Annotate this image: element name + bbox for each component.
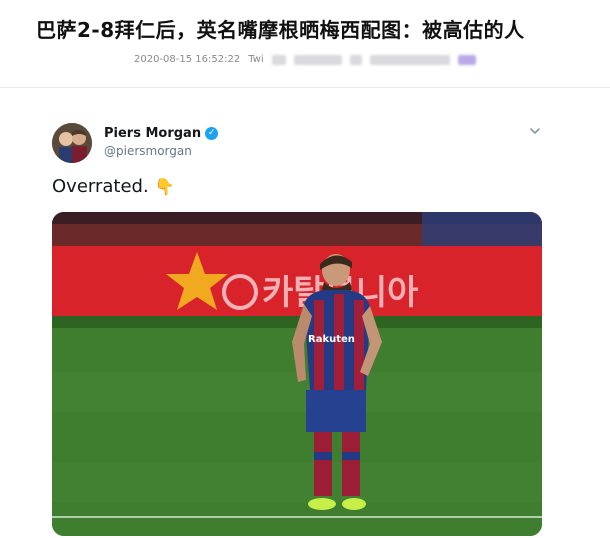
tweet-body: Overrated.: [52, 176, 149, 197]
tweet-author-handle[interactable]: @piersmorgan: [104, 144, 192, 158]
article-page: 巴萨2-8拜仁后，英名嘴摩根晒梅西配图：被高估的人 2020-08-15 16:…: [0, 0, 610, 538]
verified-badge-icon: ✓: [205, 127, 219, 140]
publish-timestamp: 2020-08-15 16:52:22: [134, 54, 241, 65]
author-name-text: Piers Morgan: [104, 126, 202, 141]
pointing-down-icon: 👇: [154, 177, 175, 196]
tweet-text: Overrated. 👇: [52, 176, 175, 197]
blurred-text: [369, 54, 450, 65]
blurred-text: [349, 54, 362, 65]
chevron-down-icon[interactable]: [528, 124, 542, 138]
avatar[interactable]: [52, 123, 92, 163]
jersey-sponsor: Rakuten: [308, 334, 355, 345]
header-divider: [0, 87, 610, 88]
tweet-author-name[interactable]: Piers Morgan ✓: [104, 126, 219, 141]
tweet-header: Piers Morgan ✓ @piersmorgan: [52, 118, 548, 166]
source-label: Twi: [248, 54, 264, 65]
blurred-text: [271, 54, 286, 65]
messi-photo: 카탈루니아 Rakuten: [52, 212, 542, 536]
embedded-tweet[interactable]: Piers Morgan ✓ @piersmorgan Overrated. 👇: [52, 118, 548, 536]
blurred-text: [293, 54, 342, 65]
blurred-text: [457, 54, 476, 65]
article-meta: 2020-08-15 16:52:22 Twi: [134, 54, 476, 65]
article-title: 巴萨2-8拜仁后，英名嘴摩根晒梅西配图：被高估的人: [36, 18, 525, 42]
tweet-photo[interactable]: 카탈루니아 Rakuten: [52, 212, 542, 536]
avatar-image: [52, 123, 92, 163]
